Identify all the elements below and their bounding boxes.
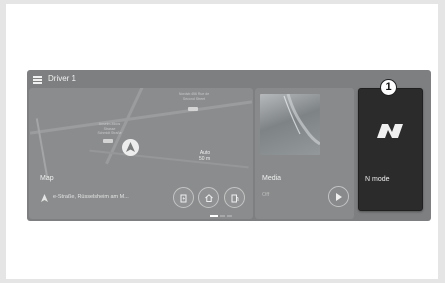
- auto-zoom-indicator[interactable]: Auto 50 m: [199, 150, 210, 162]
- fuel-pump-icon: [231, 194, 239, 203]
- play-button[interactable]: [328, 186, 349, 207]
- charging-station-icon: [180, 194, 187, 203]
- map-road: [29, 100, 253, 135]
- menu-icon[interactable]: [33, 76, 42, 84]
- page-indicator: [210, 215, 234, 221]
- n-logo-icon: [377, 124, 403, 138]
- page-dot: [220, 215, 225, 217]
- album-art: [260, 94, 320, 155]
- infotainment-home-screen: Driver 1 Nordstr.456 Rue de Second Street…: [27, 70, 431, 221]
- route-arrow-icon: [41, 194, 48, 202]
- profile-name[interactable]: Driver 1: [48, 74, 76, 83]
- current-road-name: e-Straße, Rüsselsheim am M...: [53, 194, 129, 200]
- page-dot: [227, 215, 232, 217]
- map-road: [35, 118, 49, 178]
- map-poi-label: Anselm-Moos Strasse Schmidt Straße: [97, 122, 122, 135]
- charging-station-button[interactable]: [173, 187, 194, 208]
- map-title: Map: [40, 175, 54, 182]
- map-poi-label: Nordstr.456 Rue de Second Street: [178, 92, 210, 101]
- map-poi-tag: [103, 139, 113, 143]
- current-location-icon: [122, 139, 139, 156]
- callout-number: 1: [380, 79, 397, 96]
- n-mode-label: N mode: [365, 176, 390, 183]
- map-poi-tag: [188, 107, 198, 111]
- n-mode-widget[interactable]: N mode: [358, 88, 423, 211]
- page: Driver 1 Nordstr.456 Rue de Second Street…: [0, 0, 445, 283]
- map-widget[interactable]: Nordstr.456 Rue de Second Street Anselm-M…: [29, 88, 253, 219]
- map-road: [89, 149, 249, 169]
- fuel-station-button[interactable]: [224, 187, 245, 208]
- media-status: Off: [262, 192, 270, 198]
- page-dot: [210, 215, 218, 217]
- zoom-scale: 50 m: [199, 156, 211, 162]
- media-widget[interactable]: Media Off: [255, 88, 354, 219]
- play-icon: [336, 193, 342, 201]
- home-button[interactable]: [198, 187, 219, 208]
- media-title: Media: [262, 175, 282, 182]
- home-icon: [205, 194, 213, 202]
